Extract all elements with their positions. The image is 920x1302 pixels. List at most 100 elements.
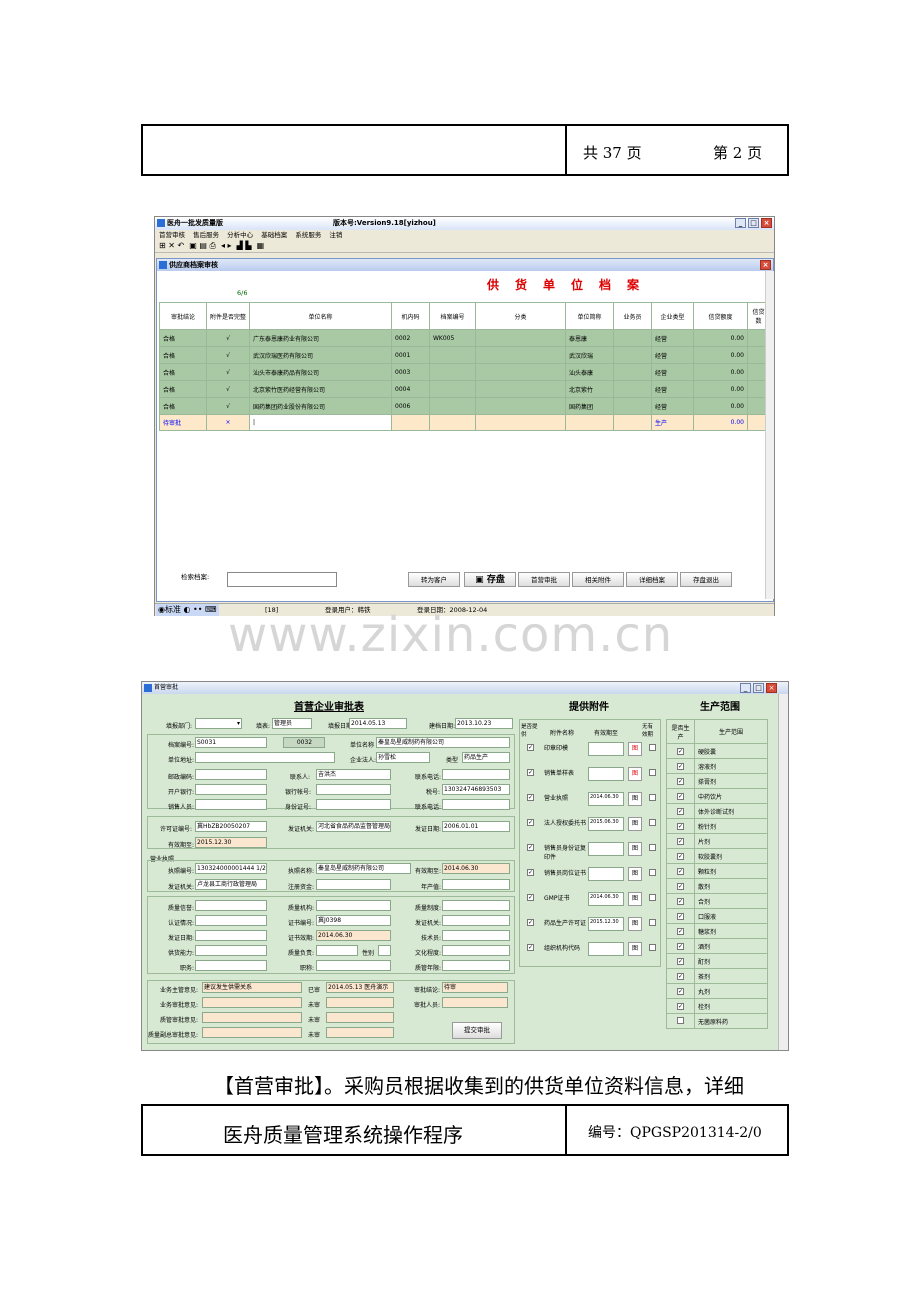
filler-field[interactable]: 管理员 xyxy=(272,718,312,729)
scope-checkbox[interactable]: ✓ xyxy=(677,747,684,755)
scope-checkbox[interactable]: ✓ xyxy=(677,792,684,800)
attachment-date-field[interactable] xyxy=(588,942,624,956)
scope-row[interactable]: ✓ 合剂 xyxy=(666,893,768,909)
create-date-field[interactable]: 2013.10.23 xyxy=(455,718,513,729)
save-exit-button[interactable]: 存盘退出 xyxy=(680,572,732,587)
scope-checkbox[interactable]: ✓ xyxy=(677,807,684,815)
scope-checkbox[interactable]: ✓ xyxy=(677,972,684,980)
attachment-provided-checkbox[interactable]: ✓ xyxy=(527,794,534,801)
scope-row[interactable]: ✓ 中药饮片 xyxy=(666,788,768,804)
scope-cell-check[interactable]: ✓ xyxy=(666,863,695,879)
attachment-noexpiry-checkbox[interactable] xyxy=(649,919,656,926)
zip-field[interactable] xyxy=(195,769,267,780)
menu-item-system[interactable]: 系统服务 xyxy=(295,231,321,239)
maximize-icon[interactable]: □ xyxy=(753,683,764,693)
scope-cell-check[interactable]: ✓ xyxy=(666,743,695,759)
menu-item-first-review[interactable]: 首营审核 xyxy=(159,231,185,239)
approver-field[interactable] xyxy=(442,997,508,1008)
archive-no-field[interactable]: S0031 xyxy=(195,737,267,748)
attachment-date-field[interactable] xyxy=(588,842,624,856)
bank-field[interactable] xyxy=(195,784,267,795)
issuer-field[interactable]: 河北省食品药品监督管理局 xyxy=(316,821,391,832)
scope-row[interactable]: ✓ 酊剂 xyxy=(666,953,768,969)
valid-field[interactable]: 2015.12.30 xyxy=(195,837,267,848)
minimize-icon[interactable]: _ xyxy=(735,218,746,228)
biz-valid-field[interactable]: 2014.06.30 xyxy=(442,863,510,874)
cert-org-field[interactable] xyxy=(442,915,510,926)
annual-field[interactable] xyxy=(442,879,510,890)
scope-row[interactable]: ✓ 糖浆剂 xyxy=(666,923,768,939)
attachment-provided-checkbox[interactable]: ✓ xyxy=(527,819,534,826)
scope-cell-check[interactable]: ✓ xyxy=(666,998,695,1014)
qa-person-field[interactable] xyxy=(316,945,358,956)
scope-row[interactable]: 无菌原料药 xyxy=(666,1013,768,1029)
qa-sys-field[interactable] xyxy=(442,900,510,911)
scope-checkbox[interactable] xyxy=(677,1016,684,1024)
attachment-provided-checkbox[interactable]: ✓ xyxy=(527,919,534,926)
biz-no-field[interactable]: 130324000001444 1/2 xyxy=(195,863,267,874)
dept-select[interactable]: ▾ xyxy=(195,718,242,729)
qa-org-field[interactable] xyxy=(316,900,391,911)
cert-field[interactable] xyxy=(195,915,267,926)
scope-cell-check[interactable] xyxy=(666,1013,695,1029)
type-field[interactable]: 药品生产 xyxy=(462,752,510,763)
table-row[interactable]: 合格 √ 武汉欣瑞医药有限公司 0001 武汉欣瑞 经营 0.00 xyxy=(159,346,770,364)
col-archive-no[interactable]: 档案编号 xyxy=(429,302,476,330)
scope-row[interactable]: ✓ 口服液 xyxy=(666,908,768,924)
image-icon[interactable]: 图 xyxy=(628,817,642,831)
attachment-provided-checkbox[interactable]: ✓ xyxy=(527,869,534,876)
col-enterprise-type[interactable]: 企业类型 xyxy=(651,302,694,330)
fill-date-field[interactable]: 2014.05.13 xyxy=(349,718,407,729)
biz-name-field[interactable]: 秦皇岛星威制药有限公司 xyxy=(316,863,411,874)
attachment-provided-checkbox[interactable]: ✓ xyxy=(527,944,534,951)
attachment-noexpiry-checkbox[interactable] xyxy=(649,844,656,851)
attachment-noexpiry-checkbox[interactable] xyxy=(649,744,656,751)
scope-checkbox[interactable]: ✓ xyxy=(677,882,684,890)
supply-field[interactable] xyxy=(195,945,267,956)
tax-field[interactable]: 130324746893503 xyxy=(442,784,510,795)
search-input[interactable] xyxy=(227,572,337,587)
scope-row[interactable]: ✓ 丸剂 xyxy=(666,983,768,999)
address-field[interactable] xyxy=(195,752,335,763)
col-credit[interactable]: 信贷额度 xyxy=(693,302,748,330)
attachment-provided-checkbox[interactable]: ✓ xyxy=(527,844,534,851)
scope-cell-check[interactable]: ✓ xyxy=(666,818,695,834)
attachment-noexpiry-checkbox[interactable] xyxy=(649,869,656,876)
scope-row[interactable]: ✓ 粉针剂 xyxy=(666,818,768,834)
issue-date-field[interactable]: 2006.01.01 xyxy=(442,821,510,832)
image-icon[interactable]: 图 xyxy=(628,742,642,756)
menu-item-after-sales[interactable]: 售后服务 xyxy=(193,231,219,239)
scope-checkbox[interactable]: ✓ xyxy=(677,822,684,830)
scope-cell-check[interactable]: ✓ xyxy=(666,773,695,789)
scope-row[interactable]: ✓ 散剂 xyxy=(666,878,768,894)
phone2-field[interactable] xyxy=(442,799,510,810)
attachment-noexpiry-checkbox[interactable] xyxy=(649,894,656,901)
table-row[interactable]: 合格 √ 北京紫竹医药经营有限公司 0004 北京紫竹 经营 0.00 xyxy=(159,380,770,398)
vertical-scrollbar[interactable] xyxy=(778,694,788,1050)
contact-field[interactable]: 吉洪杰 xyxy=(316,769,391,780)
scope-checkbox[interactable]: ✓ xyxy=(677,897,684,905)
attachment-noexpiry-checkbox[interactable] xyxy=(649,944,656,951)
cell-editing[interactable]: | xyxy=(249,414,392,431)
minimize-icon[interactable]: _ xyxy=(740,683,751,693)
qa-review-field[interactable] xyxy=(202,1012,302,1023)
maximize-icon[interactable]: □ xyxy=(748,218,759,228)
tech-field[interactable] xyxy=(442,930,510,941)
save-button[interactable]: ▣ 存盘 xyxy=(464,572,516,587)
menu-item-logout[interactable]: 注销 xyxy=(329,231,342,239)
panel-close-icon[interactable]: × xyxy=(760,260,771,270)
attachment-date-field[interactable]: 2015.12.30 xyxy=(588,917,624,931)
table-row-pending[interactable]: 待审批 × | 生产 0.00 xyxy=(159,414,770,431)
submit-approval-button[interactable]: 提交审批 xyxy=(452,1022,502,1039)
scope-checkbox[interactable]: ✓ xyxy=(677,837,684,845)
id-field[interactable] xyxy=(316,799,391,810)
to-customer-button[interactable]: 转为客户 xyxy=(408,572,460,587)
attachments-button[interactable]: 相关附件 xyxy=(572,572,624,587)
scope-cell-check[interactable]: ✓ xyxy=(666,788,695,804)
scope-row[interactable]: ✓ 栓剂 xyxy=(666,998,768,1014)
scope-cell-check[interactable]: ✓ xyxy=(666,833,695,849)
image-icon[interactable]: 图 xyxy=(628,792,642,806)
scope-checkbox[interactable]: ✓ xyxy=(677,777,684,785)
scope-checkbox[interactable]: ✓ xyxy=(677,942,684,950)
close-icon[interactable]: × xyxy=(766,683,777,693)
